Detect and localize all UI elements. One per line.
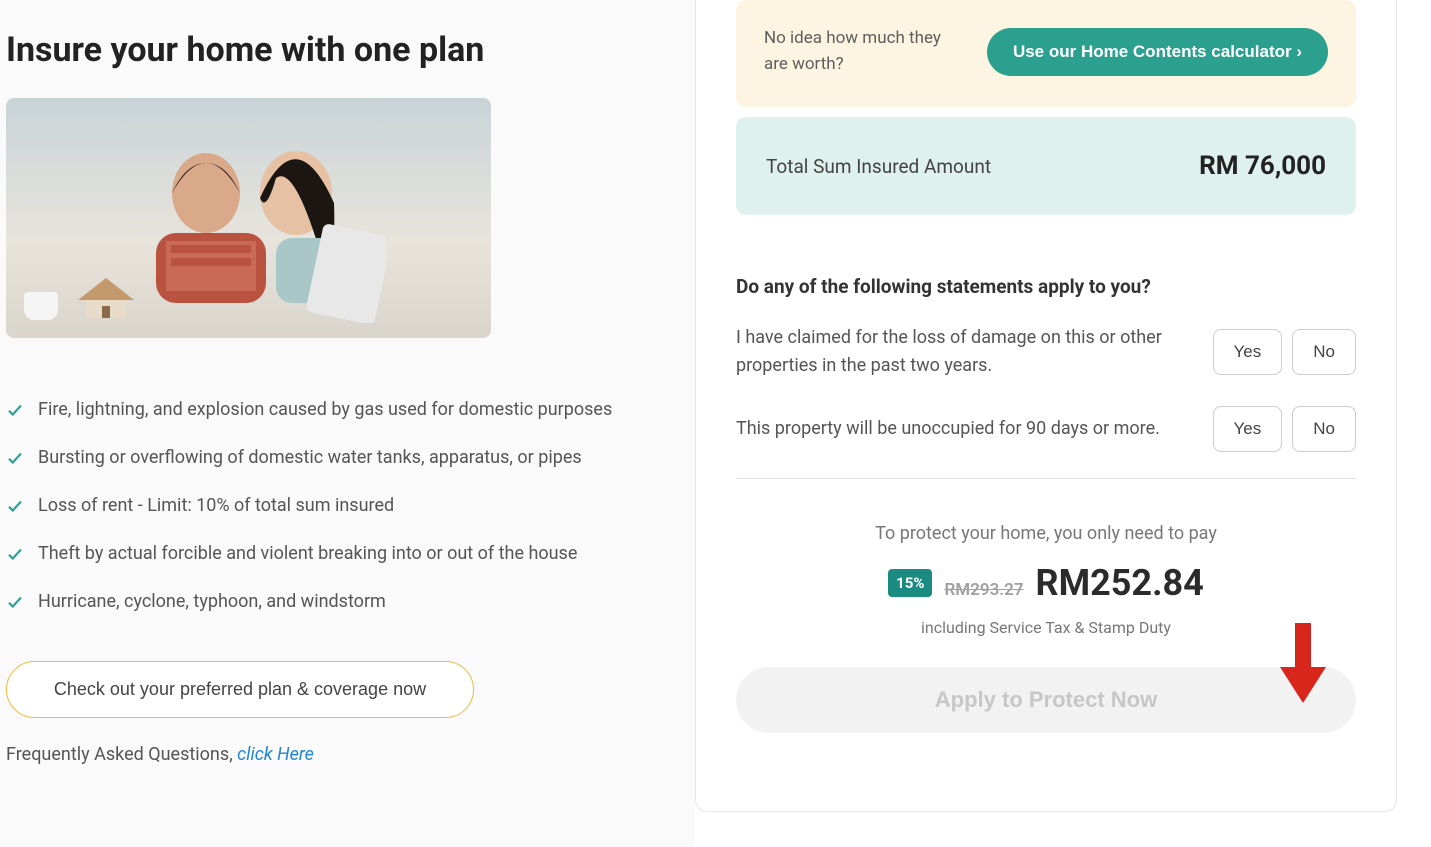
divider [736,478,1356,479]
questions-section: Do any of the following statements apply… [736,275,1356,452]
no-button[interactable]: No [1292,406,1356,452]
question-text: I have claimed for the loss of damage on… [736,324,1183,380]
faq-link[interactable]: click Here [237,744,314,765]
left-column: Insure your home with one plan [0,0,695,847]
feature-item: Fire, lightning, and explosion caused by… [6,396,635,428]
feature-text: Bursting or overflowing of domestic wate… [38,444,582,472]
feature-item: Hurricane, cyclone, typhoon, and windsto… [6,588,635,620]
faq-line: Frequently Asked Questions, click Here [6,744,635,765]
faq-prefix: Frequently Asked Questions, [6,744,237,765]
feature-item: Bursting or overflowing of domestic wate… [6,444,635,476]
features-list: Fire, lightning, and explosion caused by… [6,396,635,619]
question-row: I have claimed for the loss of damage on… [736,324,1356,380]
total-amount: RM 76,000 [1199,151,1326,181]
quote-card: No idea how much they are worth? Use our… [695,0,1397,812]
check-icon [6,544,24,572]
check-plan-button[interactable]: Check out your preferred plan & coverage… [6,661,474,718]
price-row: 15% RM293.27 RM252.84 [736,562,1356,604]
feature-text: Fire, lightning, and explosion caused by… [38,396,612,424]
check-icon [6,400,24,428]
payment-section: To protect your home, you only need to p… [736,523,1356,637]
apply-button[interactable]: Apply to Protect Now [736,667,1356,733]
question-text: This property will be unoccupied for 90 … [736,415,1183,443]
old-price: RM293.27 [944,580,1023,600]
check-icon [6,448,24,476]
yes-button[interactable]: Yes [1213,329,1283,375]
new-price: RM252.84 [1036,562,1204,604]
total-label: Total Sum Insured Amount [766,155,991,178]
no-button[interactable]: No [1292,329,1356,375]
yes-no-group: Yes No [1213,329,1356,375]
feature-text: Loss of rent - Limit: 10% of total sum i… [38,492,394,520]
yes-button[interactable]: Yes [1213,406,1283,452]
feature-text: Theft by actual forcible and violent bre… [38,540,577,568]
calculator-button[interactable]: Use our Home Contents calculator › [987,28,1328,76]
price-note: including Service Tax & Stamp Duty [736,618,1356,637]
check-icon [6,592,24,620]
feature-item: Loss of rent - Limit: 10% of total sum i… [6,492,635,524]
feature-text: Hurricane, cyclone, typhoon, and windsto… [38,588,386,616]
question-row: This property will be unoccupied for 90 … [736,406,1356,452]
questions-heading: Do any of the following statements apply… [736,275,1356,298]
total-sum-box: Total Sum Insured Amount RM 76,000 [736,117,1356,215]
hero-image [6,98,491,338]
calculator-prompt: No idea how much they are worth? Use our… [736,0,1356,107]
feature-item: Theft by actual forcible and violent bre… [6,540,635,572]
check-icon [6,496,24,524]
yes-no-group: Yes No [1213,406,1356,452]
payment-heading: To protect your home, you only need to p… [736,523,1356,544]
right-column: No idea how much they are worth? Use our… [695,0,1431,847]
calculator-text: No idea how much they are worth? [764,26,964,77]
page-title: Insure your home with one plan [6,30,635,70]
discount-badge: 15% [888,569,932,597]
